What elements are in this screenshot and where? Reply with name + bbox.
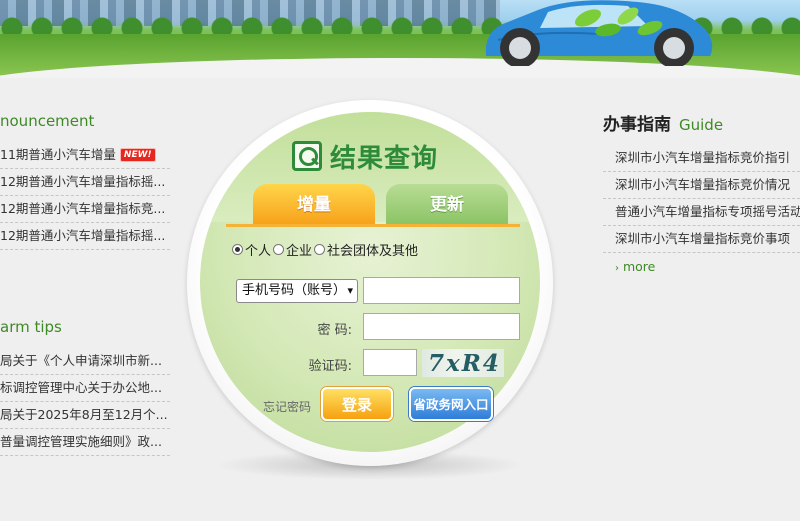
warm-tips-panel: arm tips 局关于《个人申请深圳市新... 标调控管理中心关于办公地...… [0,318,170,456]
forgot-password-link[interactable]: 忘记密码 [263,398,311,415]
list-item[interactable]: 12期普通小汽车增量指标摇... [0,169,170,196]
radio-social-group[interactable] [314,244,326,255]
list-item-text: 11期普通小汽车增量 [0,147,116,162]
magnifier-search-icon [292,141,322,171]
list-item[interactable]: 12期普通小汽车增量指标竞... [0,196,170,223]
list-item[interactable]: 深圳市小汽车增量指标竞价指引 [603,145,800,172]
guide-panel: 办事指南 Guide 深圳市小汽车增量指标竞价指引 深圳市小汽车增量指标竞价情况 … [603,110,800,274]
new-badge: NEW! [119,148,156,162]
account-type-value: 手机号码（账号） [242,283,347,298]
list-item[interactable]: 深圳市小汽车增量指标竞价事项 [603,226,800,253]
list-item-text: 深圳市小汽车增量指标竞价事项 [615,231,791,246]
car-illustration-icon [485,0,713,66]
password-input[interactable] [363,313,520,340]
arrow-right-icon: › [615,263,619,274]
list-item-text: 普通小汽车增量指标专项摇号活动 [615,204,800,219]
applicant-type-group: 个人 企业 社会团体及其他 [232,240,420,259]
captcha-input[interactable] [363,349,417,376]
warm-tips-list: 局关于《个人申请深圳市新... 标调控管理中心关于办公地... 局关于2025年… [0,348,170,456]
list-item[interactable]: 普量调控管理实施细则》政... [0,429,170,456]
more-link-label: more [622,259,656,274]
captcha-label: 验证码: [308,359,352,374]
list-item-text: 普量调控管理实施细则》政... [0,434,162,449]
guide-title-cn: 办事指南 [603,115,671,135]
account-input[interactable] [363,277,520,304]
radio-social-group-label: 社会团体及其他 [327,244,419,259]
radio-enterprise-label: 企业 [286,244,313,259]
account-type-select[interactable]: 手机号码（账号） ▾ [236,279,358,303]
tab-underline [226,224,520,227]
list-item-text: 12期普通小汽车增量指标竞... [0,201,166,216]
list-item-text: 深圳市小汽车增量指标竞价指引 [615,150,791,165]
radio-enterprise[interactable] [273,244,285,255]
announcement-panel: nouncement 11期普通小汽车增量 NEW! 12期普通小汽车增量指标摇.… [0,112,170,250]
list-item-text: 局关于2025年8月至12月个... [0,407,168,422]
list-item[interactable]: 12期普通小汽车增量指标摇... [0,223,170,250]
more-link[interactable]: › more [603,259,800,274]
list-item-text: 12期普通小汽车增量指标摇... [0,174,166,189]
radio-individual-label: 个人 [245,244,272,259]
query-title: 结果查询 [292,138,438,174]
header-banner [0,0,800,78]
tab-increment[interactable]: 增量 [253,184,375,224]
announcement-title: nouncement [0,112,95,130]
guide-title: 办事指南 Guide [603,110,800,135]
warm-tips-title: arm tips [0,318,62,336]
list-item-text: 深圳市小汽车增量指标竞价情况 [615,177,791,192]
list-item[interactable]: 普通小汽车增量指标专项摇号活动 [603,199,800,226]
login-button[interactable]: 登录 [321,387,393,421]
list-item-text: 标调控管理中心关于办公地... [0,380,162,395]
guide-title-en: Guide [679,116,724,134]
list-item[interactable]: 深圳市小汽车增量指标竞价情况 [603,172,800,199]
announcement-list: 11期普通小汽车增量 NEW! 12期普通小汽车增量指标摇... 12期普通小汽车… [0,142,170,250]
tab-update[interactable]: 更新 [386,184,508,224]
guide-list: 深圳市小汽车增量指标竞价指引 深圳市小汽车增量指标竞价情况 普通小汽车增量指标专… [603,145,800,253]
list-item[interactable]: 标调控管理中心关于办公地... [0,375,170,402]
list-item-text: 12期普通小汽车增量指标摇... [0,228,166,243]
chevron-down-icon: ▾ [347,284,353,297]
radio-individual[interactable] [232,244,243,255]
list-item-text: 局关于《个人申请深圳市新... [0,353,162,368]
captcha-text: 7xR4 [428,350,501,377]
query-title-text: 结果查询 [330,143,439,174]
password-label: 密 码: [317,323,352,338]
list-item[interactable]: 局关于2025年8月至12月个... [0,402,170,429]
list-item[interactable]: 局关于《个人申请深圳市新... [0,348,170,375]
captcha-image[interactable]: 7xR4 [422,349,504,377]
gov-portal-button[interactable]: 省政务网入口 [409,387,493,421]
list-item[interactable]: 11期普通小汽车增量 NEW! [0,142,170,169]
